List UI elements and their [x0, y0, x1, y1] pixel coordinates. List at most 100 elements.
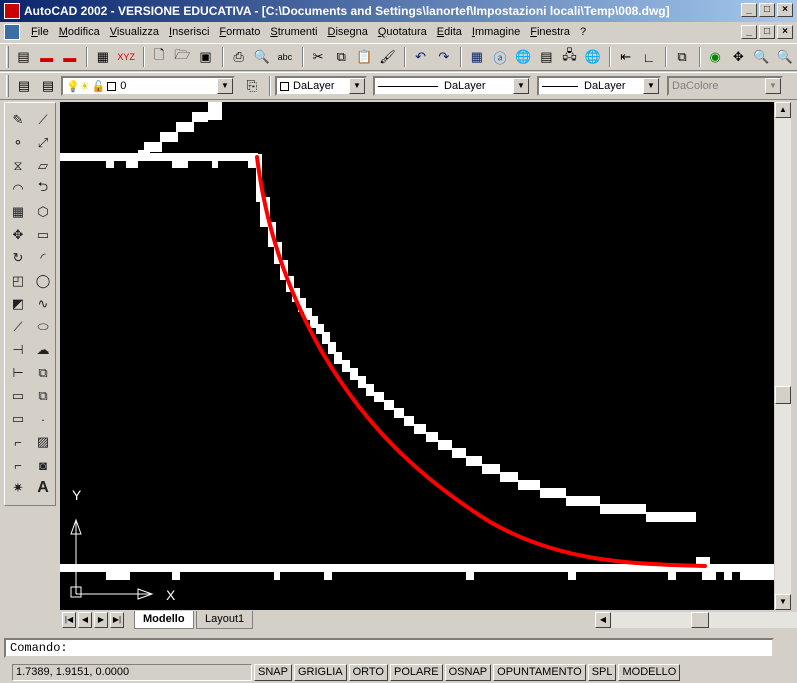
open-file-icon[interactable]: 🗁: [172, 46, 193, 68]
arc-icon[interactable]: ◜: [32, 247, 54, 269]
make-object-layer-current-icon[interactable]: ▤: [37, 75, 59, 97]
fillet-icon[interactable]: ⌐: [7, 454, 29, 476]
menu-modifica[interactable]: Modifica: [54, 26, 105, 38]
autodesk-icon[interactable]: ⓐ: [489, 46, 510, 68]
polygon-icon[interactable]: ⮌: [32, 178, 54, 200]
stretch-icon[interactable]: ◩: [7, 293, 29, 315]
copy-object-icon[interactable]: ⚬: [7, 132, 29, 154]
3d-orbit-icon[interactable]: ◉: [705, 46, 726, 68]
scroll-left-icon[interactable]: ◀: [595, 612, 611, 628]
array-icon[interactable]: ▦: [7, 201, 29, 223]
close-button[interactable]: ×: [777, 3, 793, 17]
next-tab-icon[interactable]: ▶: [94, 612, 108, 628]
prev-tab-icon[interactable]: ◀: [78, 612, 92, 628]
rotate-icon[interactable]: ↻: [7, 247, 29, 269]
region-icon[interactable]: ◙: [32, 454, 54, 476]
lineweight-combo[interactable]: DaLayer ▼: [537, 76, 661, 96]
drawing-area[interactable]: Y X: [60, 102, 774, 610]
doc-minimize-button[interactable]: _: [741, 25, 757, 39]
ellipse-icon[interactable]: ⬭: [32, 316, 54, 338]
extend-icon[interactable]: ⊢: [7, 362, 29, 384]
trim-icon[interactable]: ⊣: [7, 339, 29, 361]
scroll-down-icon[interactable]: ▼: [775, 594, 791, 610]
tab-modello[interactable]: Modello: [134, 611, 194, 629]
ucs-icon[interactable]: ∟: [638, 46, 659, 68]
command-line[interactable]: Comando:: [4, 638, 774, 658]
circle-icon[interactable]: ◯: [32, 270, 54, 292]
grid-toggle[interactable]: GRIGLIA: [293, 663, 347, 681]
otrack-toggle[interactable]: OPUNTAMENTO: [493, 663, 586, 681]
polar-toggle[interactable]: POLARE: [389, 663, 443, 681]
save-icon[interactable]: ▣: [195, 46, 216, 68]
match-properties-icon[interactable]: 🖌: [377, 46, 398, 68]
osnap-toggle[interactable]: OSNAP: [444, 663, 492, 681]
polyline-icon[interactable]: ▱: [32, 155, 54, 177]
linetype-combo[interactable]: DaLayer ▼: [373, 76, 531, 96]
network-icon[interactable]: 🖧: [559, 46, 580, 68]
scale-icon[interactable]: ◰: [7, 270, 29, 292]
web-icon[interactable]: 🌐: [582, 46, 603, 68]
cut-icon[interactable]: ✂: [308, 46, 329, 68]
script-icon[interactable]: ▦: [92, 46, 113, 68]
redo-icon[interactable]: ↷: [433, 46, 454, 68]
offset-icon[interactable]: ◠: [7, 178, 29, 200]
make-block-icon[interactable]: ⧉: [32, 385, 54, 407]
doc-restore-button[interactable]: □: [759, 25, 775, 39]
menu-inserisci[interactable]: Inserisci: [164, 26, 214, 38]
layer-combo[interactable]: 💡☀ 🔓 0 ▼: [61, 76, 235, 96]
menu-disegna[interactable]: Disegna: [322, 26, 372, 38]
design-center-icon[interactable]: ▦: [466, 46, 487, 68]
pan-icon[interactable]: ✥: [728, 46, 749, 68]
snap-toggle[interactable]: SNAP: [254, 663, 292, 681]
line-icon[interactable]: ⟋: [32, 109, 54, 131]
layer-manager-icon[interactable]: ▤: [13, 46, 34, 68]
chevron-down-icon[interactable]: ▼: [217, 78, 233, 94]
named-views-icon[interactable]: ⧉: [671, 46, 692, 68]
menu-formato[interactable]: Formato: [214, 26, 265, 38]
paste-icon[interactable]: 📋: [354, 46, 375, 68]
menu-quotatura[interactable]: Quotatura: [373, 26, 432, 38]
first-tab-icon[interactable]: |◀: [62, 612, 76, 628]
chevron-down-icon[interactable]: ▼: [513, 78, 529, 94]
spell-check-icon[interactable]: abc: [274, 46, 295, 68]
ortho-toggle[interactable]: ORTO: [348, 663, 388, 681]
explode-icon[interactable]: ✷: [7, 477, 29, 499]
menu-edita[interactable]: Edita: [432, 26, 467, 38]
vertical-scrollbar[interactable]: ▲ ▼: [775, 102, 791, 610]
minimize-button[interactable]: _: [741, 3, 757, 17]
doc-close-button[interactable]: ×: [777, 25, 793, 39]
tab-layout1[interactable]: Layout1: [196, 611, 254, 629]
vertical-scroll-thumb[interactable]: [775, 386, 791, 404]
lengthen-icon[interactable]: ⟋: [7, 316, 29, 338]
chevron-down-icon[interactable]: ▼: [349, 78, 365, 94]
zoom-window-icon[interactable]: 🔍: [774, 46, 795, 68]
scroll-up-icon[interactable]: ▲: [775, 102, 791, 118]
menu-finestra[interactable]: Finestra: [525, 26, 575, 38]
move-icon[interactable]: ✥: [7, 224, 29, 246]
distance-icon[interactable]: ⇤: [615, 46, 636, 68]
mirror-icon[interactable]: ⧖: [7, 155, 29, 177]
menu-file[interactable]: File: [26, 26, 54, 38]
lwt-toggle[interactable]: SPL: [587, 663, 617, 681]
redline-icon[interactable]: ▬: [36, 46, 57, 68]
point-icon[interactable]: ·: [32, 408, 54, 430]
multiline-text-icon[interactable]: A: [32, 477, 54, 499]
new-file-icon[interactable]: 🗋: [149, 46, 170, 68]
color-combo[interactable]: DaLayer ▼: [275, 76, 367, 96]
erase-icon[interactable]: ✎: [7, 109, 29, 131]
model-toggle[interactable]: MODELLO: [618, 663, 681, 681]
construction-line-icon[interactable]: ⤢: [32, 132, 54, 154]
publish-icon[interactable]: ▤: [536, 46, 557, 68]
print-icon[interactable]: ⎙: [228, 46, 249, 68]
print-preview-icon[interactable]: 🔍: [251, 46, 272, 68]
hyperlink-icon[interactable]: 🌐: [513, 46, 534, 68]
spline-icon[interactable]: ∿: [32, 293, 54, 315]
menu-help[interactable]: ?: [575, 26, 591, 38]
xyz-icon[interactable]: XYZ: [116, 46, 137, 68]
menu-visualizza[interactable]: Visualizza: [105, 26, 164, 38]
break-at-point-icon[interactable]: ▭: [7, 408, 29, 430]
document-icon[interactable]: [4, 24, 20, 40]
break-icon[interactable]: ▭: [7, 385, 29, 407]
horizontal-scroll-thumb[interactable]: [691, 612, 709, 628]
zoom-realtime-icon[interactable]: 🔍: [751, 46, 772, 68]
